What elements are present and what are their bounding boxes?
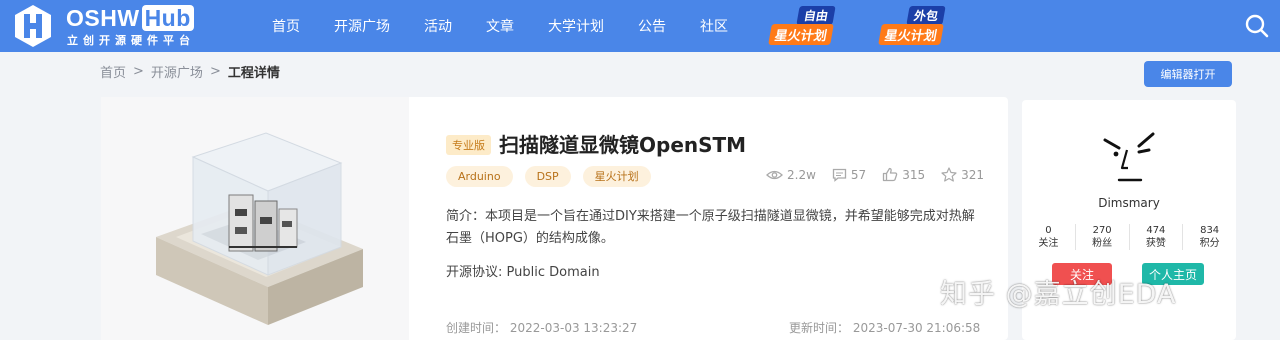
promo-free-spark-plan[interactable]: 自由 星火计划 xyxy=(768,6,836,46)
stat-label: 获赞 xyxy=(1145,238,1166,249)
project-thumbnail[interactable] xyxy=(101,97,409,340)
nav-item-university-program[interactable]: 大学计划 xyxy=(548,16,604,36)
top-navigation-bar: OSHW Hub 立创开源硬件平台 首页 开源广场 活动 文章 大学计划 公告 社… xyxy=(0,0,1280,52)
project-description: 简介：本项目是一个旨在通过DIY来搭建一个原子级扫描隧道显微镜，并希望能够完成对… xyxy=(446,209,975,246)
favorites-stat[interactable]: 321 xyxy=(941,167,984,182)
stat-value: 474 xyxy=(1146,225,1166,236)
tag-dsp[interactable]: DSP xyxy=(524,166,571,187)
views-stat: 2.2w xyxy=(766,168,816,182)
breadcrumb-separator: > xyxy=(133,63,144,79)
comments-stat[interactable]: 57 xyxy=(832,168,866,182)
promo-outsource-spark-plan[interactable]: 外包 星火计划 xyxy=(878,6,946,46)
breadcrumb-current: 工程详情 xyxy=(227,65,280,81)
author-stats: 0 关注 270 粉丝 474 获赞 834 积分 xyxy=(1022,224,1236,250)
open-in-editor-button[interactable]: 编辑器打开 xyxy=(1144,61,1232,87)
stat-label: 关注 xyxy=(1038,238,1059,249)
nav-item-events[interactable]: 活动 xyxy=(424,16,452,36)
project-title: 扫描隧道显微镜OpenSTM xyxy=(499,133,747,157)
license-info: 开源协议: Public Domain xyxy=(446,265,600,280)
created-time: 创建时间： 2022-03-03 13:23:27 xyxy=(446,319,637,336)
author-name[interactable]: Dimsmary xyxy=(1022,196,1236,210)
updated-time: 更新时间： 2023-07-30 21:06:58 xyxy=(789,319,980,336)
author-followers-stat: 270 粉丝 xyxy=(1076,224,1130,250)
breadcrumb-separator: > xyxy=(209,63,221,79)
author-likes-stat: 474 获赞 xyxy=(1130,224,1184,250)
breadcrumb: 首页 > 开源广场 > 工程详情 xyxy=(100,62,280,81)
thumbs-up-icon xyxy=(883,167,898,182)
oshwhub-logo-icon xyxy=(15,5,51,47)
project-stats: 2.2w 57 315 321 xyxy=(766,167,984,182)
tag-arduino[interactable]: Arduino xyxy=(446,166,513,187)
brand-subtitle: 立创开源硬件平台 xyxy=(67,34,195,47)
nav-item-articles[interactable]: 文章 xyxy=(486,16,514,36)
promo-label: 星火计划 xyxy=(878,24,944,45)
project-tags: Arduino DSP 星火计划 xyxy=(446,166,663,187)
nav-item-community[interactable]: 社区 xyxy=(700,16,728,36)
zhihu-watermark: 知乎 @嘉立创EDA xyxy=(940,279,1177,310)
eye-icon xyxy=(766,170,783,179)
promo-tag: 自由 xyxy=(796,6,836,25)
main-nav: 首页 开源广场 活动 文章 大学计划 公告 社区 xyxy=(272,0,762,52)
likes-stat[interactable]: 315 xyxy=(882,167,925,182)
breadcrumb-open-source-square[interactable]: 开源广场 xyxy=(151,62,203,81)
stat-label: 积分 xyxy=(1199,238,1220,249)
views-count: 2.2w xyxy=(787,167,816,182)
search-icon[interactable] xyxy=(1244,13,1270,39)
avatar[interactable] xyxy=(1099,128,1159,188)
updated-time-label: 更新时间： xyxy=(789,321,850,335)
stat-value: 834 xyxy=(1200,225,1220,236)
nav-item-home[interactable]: 首页 xyxy=(272,16,300,36)
project-card: 专业版 扫描隧道显微镜OpenSTM Arduino DSP 星火计划 2.2w… xyxy=(101,97,1008,340)
nav-item-announcements[interactable]: 公告 xyxy=(638,16,666,36)
site-logo[interactable]: OSHW Hub 立创开源硬件平台 xyxy=(12,3,202,49)
created-time-label: 创建时间： xyxy=(446,321,507,335)
likes-count: 315 xyxy=(902,167,926,182)
promo-label: 星火计划 xyxy=(768,24,834,45)
updated-time-value: 2023-07-30 21:06:58 xyxy=(852,321,981,335)
star-icon xyxy=(941,167,957,182)
author-following-stat: 0 关注 xyxy=(1022,224,1076,250)
tag-spark-plan[interactable]: 星火计划 xyxy=(582,166,651,187)
breadcrumb-home[interactable]: 首页 xyxy=(100,62,126,81)
brand-name: OSHW Hub xyxy=(66,5,194,31)
promo-tag: 外包 xyxy=(906,6,946,25)
created-time-value: 2022-03-03 13:23:27 xyxy=(509,321,638,335)
author-points-stat: 834 积分 xyxy=(1183,224,1236,250)
nav-item-open-source-square[interactable]: 开源广场 xyxy=(334,16,390,36)
stm-device-render-image xyxy=(156,132,363,325)
stat-label: 粉丝 xyxy=(1092,238,1113,249)
stat-value: 270 xyxy=(1092,225,1112,236)
comment-icon xyxy=(832,168,847,182)
stat-value: 0 xyxy=(1045,225,1052,236)
pro-edition-badge: 专业版 xyxy=(446,135,491,155)
favorites-count: 321 xyxy=(961,167,984,182)
comments-count: 57 xyxy=(850,167,867,182)
